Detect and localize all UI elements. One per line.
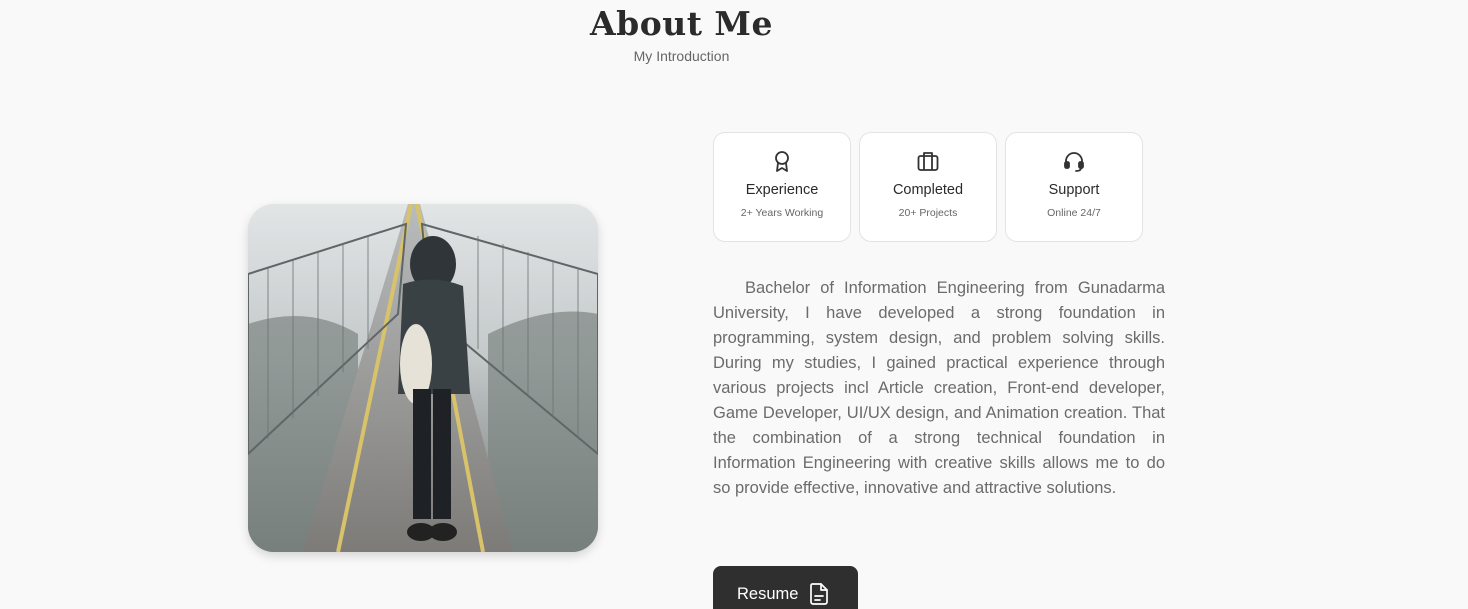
document-icon: [808, 582, 830, 609]
section-title: About Me: [590, 4, 773, 43]
resume-button-label: Resume: [737, 585, 799, 603]
briefcase-icon: [860, 149, 996, 173]
card-title: Completed: [892, 182, 964, 198]
card-completed: Completed 20+ Projects: [859, 132, 997, 242]
award-icon: [714, 149, 850, 173]
card-subtitle: 20+ Projects: [898, 207, 958, 219]
about-section: About Me My Introduction Experience 2+ Y…: [0, 0, 1468, 609]
card-subtitle: 2+ Years Working: [740, 207, 824, 219]
card-title: Experience: [745, 182, 819, 198]
headset-icon: [1006, 149, 1142, 173]
info-cards: Experience 2+ Years Working Completed 20…: [713, 132, 1143, 242]
card-title: Support: [1048, 182, 1100, 198]
about-description: Bachelor of Information Engineering from…: [713, 279, 1165, 497]
card-support: Support Online 24/7: [1005, 132, 1143, 242]
card-subtitle: Online 24/7: [1047, 207, 1101, 219]
profile-photo: [248, 204, 598, 552]
section-subtitle: My Introduction: [633, 48, 730, 64]
resume-button[interactable]: Resume: [713, 566, 858, 609]
card-experience: Experience 2+ Years Working: [713, 132, 851, 242]
